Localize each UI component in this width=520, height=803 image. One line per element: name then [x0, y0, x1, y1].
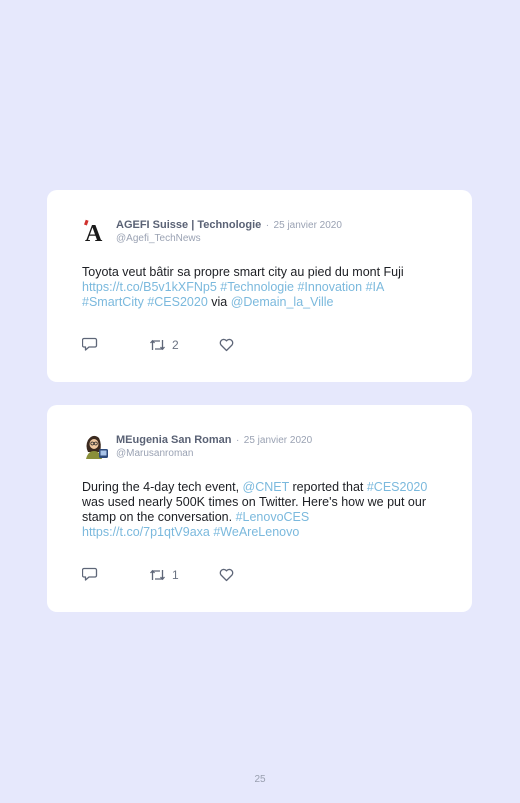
author-name[interactable]: AGEFI Suisse | Technologie	[116, 219, 261, 231]
tweet-link[interactable]: https://t.co/7p1qtV9axa	[82, 525, 210, 539]
hashtag-link[interactable]: #SmartCity	[82, 295, 144, 309]
hashtag-link[interactable]: #WeAreLenovo	[213, 525, 299, 539]
tweet-card: A AGEFI Suisse | Technologie · 25 janvie…	[47, 190, 472, 382]
hashtag-link[interactable]: #Technologie	[220, 280, 294, 294]
tweet-text: During the 4-day tech event, @CNET repor…	[82, 480, 437, 540]
reply-icon	[82, 337, 98, 351]
reply-button[interactable]	[82, 567, 149, 582]
reply-icon	[82, 567, 98, 581]
author-name[interactable]: MEugenia San Roman	[116, 434, 232, 446]
text-segment: reported that	[289, 480, 367, 494]
separator: ·	[235, 435, 240, 446]
tweet-card: MEugenia San Roman · 25 janvier 2020 @Ma…	[47, 405, 472, 612]
tweet-date[interactable]: 25 janvier 2020	[274, 220, 342, 231]
tweet-link[interactable]: https://t.co/B5v1kXFNp5	[82, 280, 217, 294]
heart-icon	[219, 338, 234, 351]
page-number: 25	[254, 774, 266, 785]
retweet-count: 1	[172, 567, 179, 582]
tweet-actions: 1	[82, 567, 234, 582]
tweet-header: MEugenia San Roman · 25 janvier 2020 @Ma…	[82, 432, 312, 460]
hashtag-link[interactable]: #Innovation	[297, 280, 362, 294]
author-handle[interactable]: @Agefi_TechNews	[116, 232, 342, 245]
hashtag-link[interactable]: #CES2020	[367, 480, 427, 494]
author-handle[interactable]: @Marusanroman	[116, 447, 312, 460]
hashtag-link[interactable]: #LenovoCES	[236, 510, 310, 524]
retweet-count: 2	[172, 337, 179, 352]
tweet-text: Toyota veut bâtir sa propre smart city a…	[82, 265, 437, 310]
retweet-button[interactable]: 1	[149, 568, 219, 582]
hashtag-link[interactable]: #IA	[366, 280, 384, 294]
text-segment: Toyota veut bâtir sa propre smart city a…	[82, 265, 404, 279]
text-segment: During the 4-day tech event,	[82, 480, 243, 494]
like-button[interactable]	[219, 338, 234, 352]
agefi-logo-avatar[interactable]: A	[82, 217, 110, 245]
text-segment: via	[207, 295, 231, 309]
like-button[interactable]	[219, 568, 234, 582]
svg-text:A: A	[85, 221, 103, 245]
tweet-actions: 2	[82, 337, 234, 352]
heart-icon	[219, 568, 234, 581]
retweet-button[interactable]: 2	[149, 338, 219, 352]
profile-avatar[interactable]	[82, 432, 110, 460]
mention-link[interactable]: @Demain_la_Ville	[231, 295, 334, 309]
separator: ·	[265, 220, 270, 231]
tweet-header: A AGEFI Suisse | Technologie · 25 janvie…	[82, 217, 342, 245]
reply-button[interactable]	[82, 337, 149, 352]
hashtag-link[interactable]: #CES2020	[147, 295, 207, 309]
mention-link[interactable]: @CNET	[243, 480, 290, 494]
tweet-date[interactable]: 25 janvier 2020	[244, 435, 312, 446]
retweet-icon	[150, 569, 165, 580]
retweet-icon	[150, 339, 165, 350]
